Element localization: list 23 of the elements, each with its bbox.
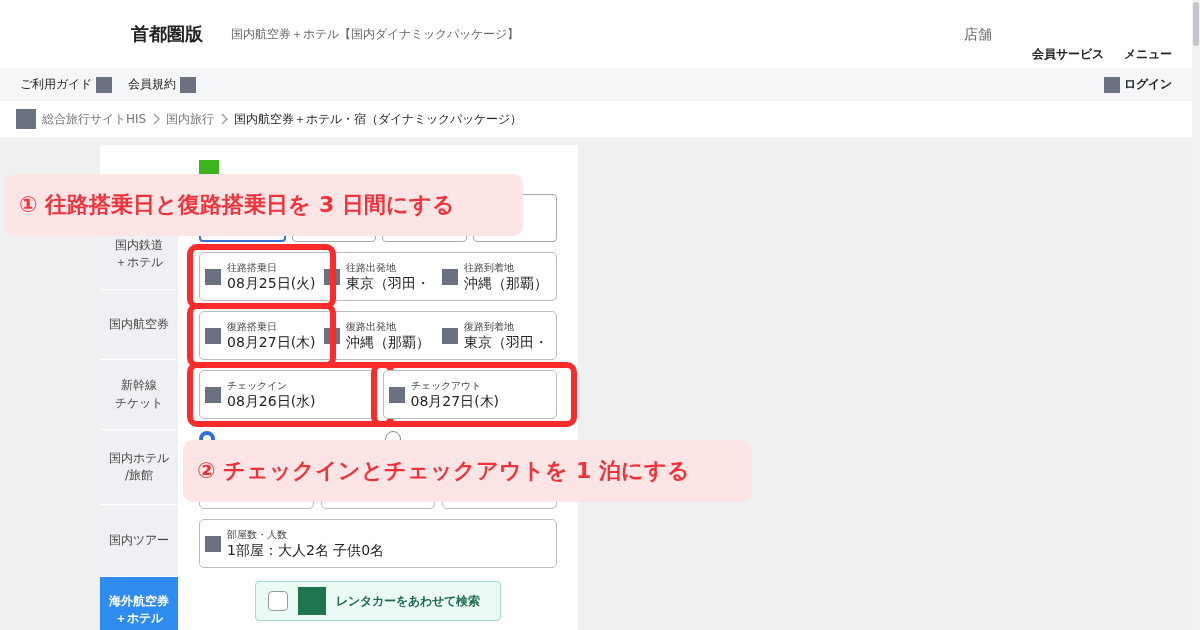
breadcrumb-item: 国内航空券＋ホテル・宿（ダイナミックパッケージ） (234, 110, 523, 128)
field-label: 復路搭乗日 (227, 319, 278, 333)
site-title: 首都圏版 (131, 22, 203, 46)
field-value: 08月27日(木) (227, 332, 316, 352)
field-value: 東京（羽田・ (345, 273, 430, 293)
annotation-tooltip: ① 往路搭乗日と復路搭乗日を 3 日間にする (5, 174, 523, 236)
field-value: 東京（羽田・ (464, 332, 549, 352)
field-value: 08月27日(木) (410, 391, 500, 411)
field-value: 沖縄（那覇） (464, 273, 549, 293)
field-label: 部屋数・人数 (227, 527, 288, 541)
field-label: 往路搭乗日 (227, 260, 278, 274)
field-label: チェックアウト (410, 378, 482, 392)
field-value: 08月25日(火) (227, 273, 316, 293)
field-value: 沖縄（那覇） (345, 332, 430, 352)
field-label: 往路出発地 (345, 260, 397, 274)
annotation-tooltip: ② チェックインとチェックアウトを 1 泊にする (183, 440, 752, 502)
field-value: 1部屋：大人2名 子供0名 (227, 540, 385, 560)
field-label: 往路到着地 (464, 260, 516, 274)
field-value: 08月26日(水) (227, 391, 316, 411)
field-label: 復路到着地 (464, 319, 516, 333)
field-label: 復路出発地 (345, 319, 397, 333)
field-label: チェックイン (227, 378, 288, 392)
page-subtitle: 国内航空券＋ホテル【国内ダイナミックパッケージ】 (231, 25, 519, 43)
